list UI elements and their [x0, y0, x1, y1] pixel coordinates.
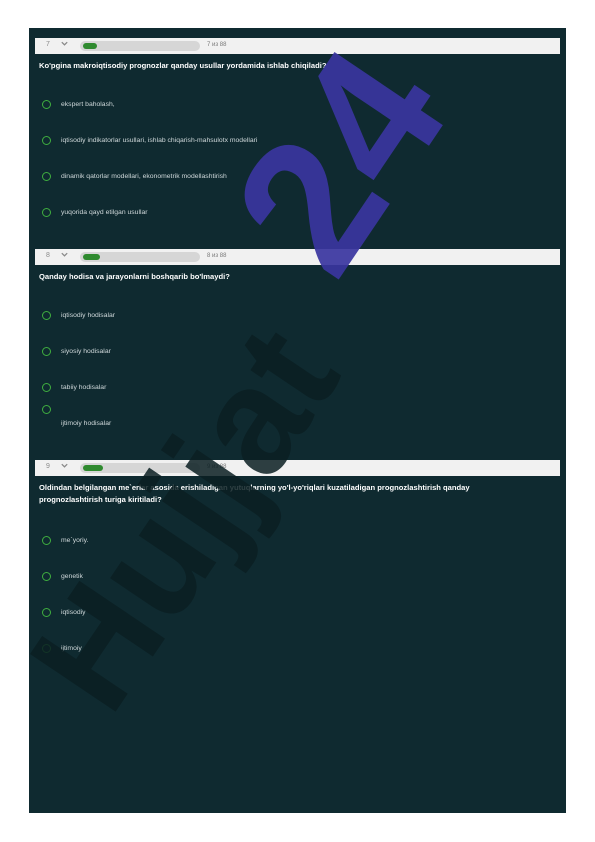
radio-button[interactable] [42, 405, 51, 414]
question-number: 7 [46, 41, 50, 48]
progress-bar [80, 252, 200, 262]
option-label: tabiiy hodisalar [61, 384, 107, 391]
option-label: ijtimoiy hodisalar [61, 420, 112, 427]
option-label: yuqorida qayd etilgan usullar [61, 209, 148, 216]
question-number: 9 [46, 463, 50, 470]
option-label: iqtisodiy hodisalar [61, 312, 116, 319]
option-label: me`yoriy. [61, 537, 89, 544]
question-count: 9 из 88 [207, 464, 227, 470]
question-header: 9 9 из 88 [35, 460, 560, 476]
progress-bar [80, 41, 200, 51]
progress-fill [83, 43, 97, 49]
option-label: iqtisodiy indikatorlar usullari, ishlab … [61, 137, 258, 144]
progress-fill [83, 254, 100, 260]
question-count: 7 из 88 [207, 42, 227, 48]
chevron-down-icon[interactable] [60, 39, 69, 48]
option-label: ijtimoiy [61, 645, 82, 652]
option-label: iqtisodiy [61, 609, 86, 616]
progress-fill [83, 465, 103, 471]
radio-button[interactable] [42, 208, 51, 217]
question-text: Ko'pgina makroiqtisodiy prognozlar qanda… [39, 61, 327, 70]
question-count: 8 из 88 [207, 253, 227, 259]
option-label: genetik [61, 573, 83, 580]
radio-button[interactable] [42, 172, 51, 181]
radio-button[interactable] [42, 136, 51, 145]
question-header: 7 7 из 88 [35, 38, 560, 54]
option-label: ekspert baholash, [61, 101, 115, 108]
radio-button[interactable] [42, 383, 51, 392]
radio-button[interactable] [42, 536, 51, 545]
radio-button[interactable] [42, 100, 51, 109]
radio-button[interactable] [42, 608, 51, 617]
option-label: dinamik qatorlar modellari, ekonometrik … [61, 173, 227, 180]
question-text-line: Oldindan belgilangan me`erlar asosida er… [39, 483, 470, 492]
question-number: 8 [46, 252, 50, 259]
chevron-down-icon[interactable] [60, 250, 69, 259]
chevron-down-icon[interactable] [60, 461, 69, 470]
question-text: Qanday hodisa va jarayonlarni boshqarib … [39, 272, 230, 281]
radio-button[interactable] [42, 311, 51, 320]
option-label: siyosiy hodisalar [61, 348, 111, 355]
progress-bar [80, 463, 200, 473]
question-text-line: prognozlashtirish turiga kiritiladi? [39, 495, 162, 504]
radio-button[interactable] [42, 347, 51, 356]
quiz-panel: 7 7 из 88 Ko'pgina makroiqtisodiy progno… [29, 28, 566, 813]
question-header: 8 8 из 88 [35, 249, 560, 265]
radio-button[interactable] [42, 572, 51, 581]
radio-button[interactable] [42, 644, 51, 653]
question-text: Oldindan belgilangan me`erlar asosida er… [39, 482, 544, 506]
